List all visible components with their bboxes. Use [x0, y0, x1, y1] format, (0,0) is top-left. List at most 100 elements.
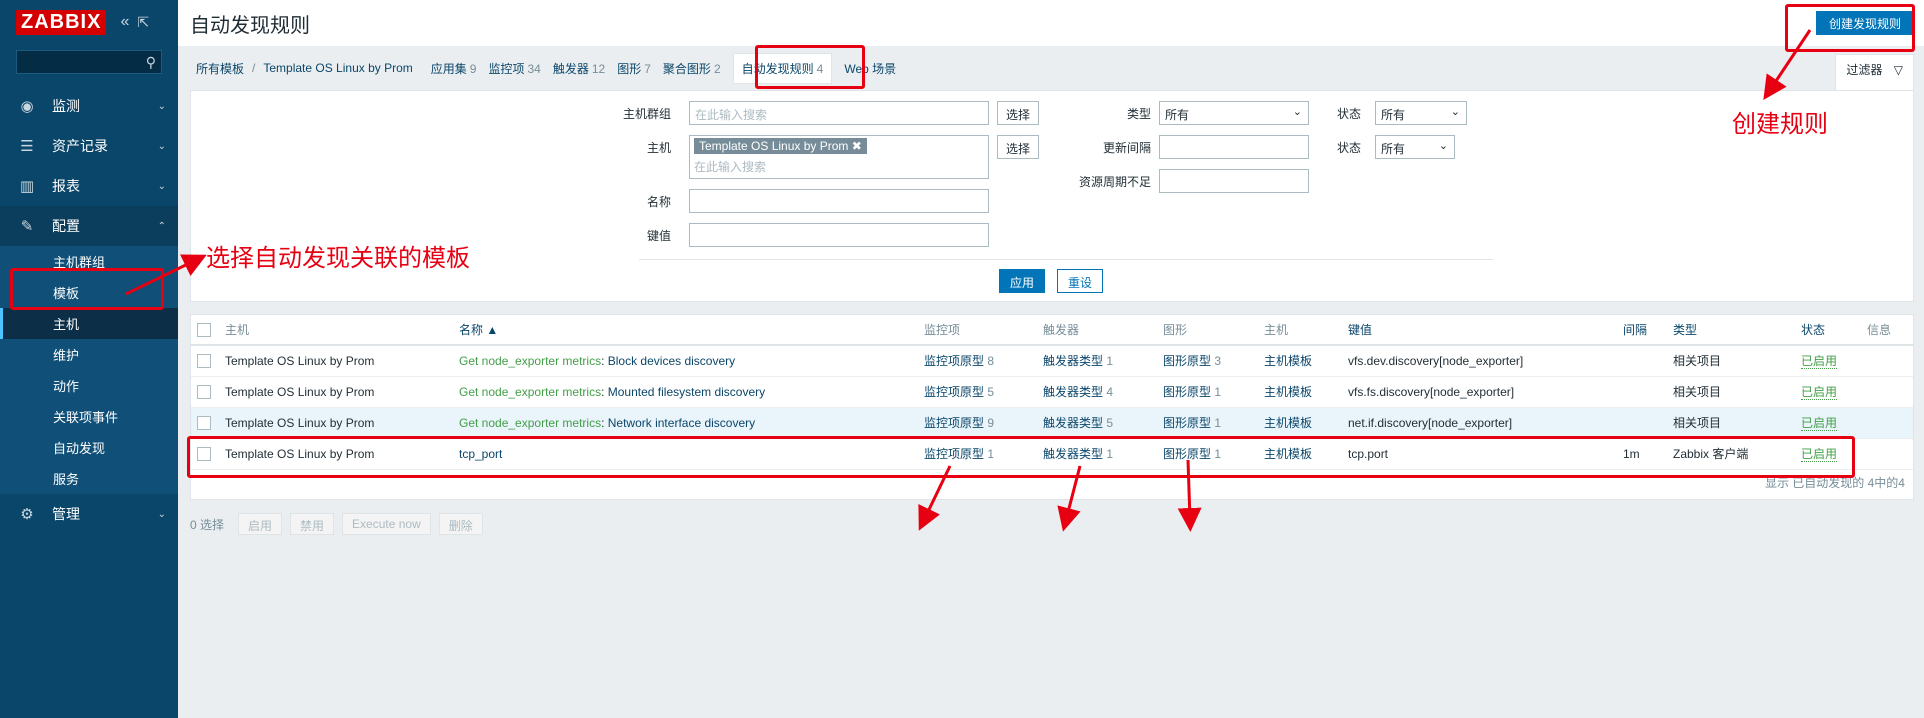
sidebar: ZABBIX « ⇱ ⚲ ◉ 监测 ⌄ ☰ 资产记录 ⌄ ▥ 报表 ⌄ ✎ 配置…: [0, 0, 178, 718]
col-type-sort[interactable]: 类型: [1673, 323, 1697, 337]
status-select[interactable]: 所有 ⌄: [1375, 101, 1467, 125]
row-checkbox[interactable]: [197, 415, 211, 430]
row-status[interactable]: 已启用: [1801, 416, 1838, 431]
apply-filter-button[interactable]: 应用: [999, 269, 1046, 293]
annotation-box-templates: [10, 268, 164, 310]
row-type: 相关项目: [1673, 407, 1801, 439]
menu-item-administration[interactable]: ⚙ 管理 ⌄: [0, 494, 178, 534]
reset-filter-button[interactable]: 重设: [1057, 269, 1104, 293]
submenu-maintenance[interactable]: 维护: [0, 339, 178, 370]
row-graph-count: 1: [1214, 385, 1222, 399]
row-status[interactable]: 已启用: [1801, 354, 1838, 370]
state-select-value: 所有: [1381, 142, 1406, 156]
tab-label: 监控项: [488, 61, 525, 76]
breadcrumb-template[interactable]: Template OS Linux by Prom: [263, 61, 412, 75]
key-input[interactable]: [689, 223, 989, 247]
breadcrumb-all-templates[interactable]: 所有模板: [196, 60, 244, 77]
enable-button[interactable]: 启用: [238, 513, 283, 535]
table-row: Template OS Linux by Prom Get node_expor…: [191, 345, 1913, 377]
row-name-prefix[interactable]: Get node_exporter metrics: [459, 354, 601, 368]
row-item-prototypes[interactable]: 监控项原型: [924, 354, 984, 368]
row-item-prototypes[interactable]: 监控项原型: [924, 416, 984, 430]
submenu-services[interactable]: 服务: [0, 463, 178, 494]
row-type: 相关项目: [1673, 345, 1801, 377]
menu-item-monitoring[interactable]: ◉ 监测 ⌄: [0, 86, 178, 126]
sidebar-search-input[interactable]: ⚲: [16, 50, 162, 74]
funnel-icon: ▽: [1893, 63, 1903, 77]
type-select-value: 所有: [1165, 108, 1190, 122]
tab-label: 图形: [617, 61, 642, 76]
tab-graphs[interactable]: 图形 7: [617, 60, 651, 77]
tab-screens[interactable]: 聚合图形 2: [663, 60, 721, 77]
col-key-sort[interactable]: 键值: [1348, 323, 1372, 337]
host-group-select-button[interactable]: 选择: [997, 101, 1040, 125]
row-host-prototypes[interactable]: 主机模板: [1264, 385, 1312, 399]
row-type: 相关项目: [1673, 376, 1801, 408]
row-trigger-prototypes[interactable]: 触发器类型: [1043, 385, 1103, 399]
submenu-discovery[interactable]: 自动发现: [0, 432, 178, 463]
menu-item-reports[interactable]: ▥ 报表 ⌄: [0, 166, 178, 206]
state-select[interactable]: 所有 ⌄: [1375, 135, 1455, 159]
row-graph-prototypes[interactable]: 图形原型: [1163, 385, 1211, 399]
name-label: 名称: [646, 195, 671, 209]
filter-divider: [639, 259, 1493, 260]
filter-toggle[interactable]: 过滤器 ▽: [1835, 54, 1914, 90]
row-trigger-prototypes[interactable]: 触发器类型: [1043, 416, 1103, 430]
chevron-down-icon: ⌄: [1438, 140, 1448, 152]
menu-item-inventory[interactable]: ☰ 资产记录 ⌄: [0, 126, 178, 166]
keep-lost-input[interactable]: [1159, 169, 1309, 193]
submenu-actions[interactable]: 动作: [0, 370, 178, 401]
row-trigger-prototypes[interactable]: 触发器类型: [1043, 354, 1103, 368]
row-graph-prototypes[interactable]: 图形原型: [1163, 416, 1211, 430]
row-host: Template OS Linux by Prom: [225, 376, 459, 408]
execute-now-button[interactable]: Execute now: [342, 513, 431, 535]
tab-count: 12: [591, 61, 606, 76]
row-checkbox[interactable]: [197, 384, 211, 399]
row-interval: [1623, 376, 1673, 408]
collapse-sidebar-icon[interactable]: «: [120, 13, 129, 31]
type-select[interactable]: 所有 ⌄: [1159, 101, 1309, 125]
row-name[interactable]: Mounted filesystem discovery: [608, 385, 765, 399]
update-interval-input[interactable]: [1159, 135, 1309, 159]
host-multiselect[interactable]: Template OS Linux by Prom ✖ 在此输入搜索: [689, 135, 989, 179]
row-host-prototypes[interactable]: 主机模板: [1264, 354, 1312, 368]
submenu-hosts[interactable]: 主机: [0, 308, 178, 339]
chevron-down-icon: ⌄: [1292, 106, 1302, 118]
zabbix-logo[interactable]: ZABBIX: [16, 9, 107, 35]
name-input[interactable]: [689, 189, 989, 213]
col-name-sort[interactable]: 名称 ▲: [459, 323, 498, 337]
submenu-event-correlation[interactable]: 关联项事件: [0, 401, 178, 432]
row-key: net.if.discovery[node_exporter]: [1348, 407, 1623, 439]
row-name[interactable]: Block devices discovery: [608, 354, 735, 368]
kiosk-mode-icon[interactable]: ⇱: [137, 14, 149, 31]
row-checkbox[interactable]: [197, 354, 211, 369]
gear-icon: ⚙: [20, 506, 34, 523]
row-host-prototypes[interactable]: 主机模板: [1264, 416, 1312, 430]
row-graph-prototypes[interactable]: 图形原型: [1163, 354, 1211, 368]
row-name[interactable]: Network interface discovery: [608, 416, 755, 430]
host-group-input[interactable]: 在此输入搜索: [689, 101, 989, 125]
row-graph-count: 1: [1214, 416, 1222, 430]
row-name-prefix[interactable]: Get node_exporter metrics: [459, 385, 601, 399]
tab-triggers[interactable]: 触发器 12: [553, 60, 605, 77]
row-name-prefix[interactable]: Get node_exporter metrics: [459, 416, 601, 430]
select-all-checkbox[interactable]: [197, 322, 211, 337]
host-search-placeholder[interactable]: 在此输入搜索: [694, 158, 984, 175]
state-label: 状态: [1336, 141, 1361, 155]
chart-icon: ▥: [19, 178, 35, 195]
row-item-prototypes[interactable]: 监控项原型: [924, 385, 984, 399]
disable-button[interactable]: 禁用: [290, 513, 335, 535]
tab-applications[interactable]: 应用集 9: [431, 60, 477, 77]
row-info: [1867, 376, 1913, 408]
menu-item-configuration[interactable]: ✎ 配置 ⌃: [0, 206, 178, 246]
delete-button[interactable]: 删除: [438, 513, 483, 535]
col-status-sort[interactable]: 状态: [1801, 323, 1825, 337]
host-select-button[interactable]: 选择: [997, 135, 1040, 159]
row-status[interactable]: 已启用: [1801, 385, 1838, 400]
search-icon[interactable]: ⚲: [146, 54, 156, 71]
tab-items[interactable]: 监控项 34: [488, 60, 540, 77]
menu-item-label: 资产记录: [52, 138, 108, 154]
remove-chip-icon[interactable]: ✖: [852, 139, 862, 153]
col-interval-sort[interactable]: 间隔: [1623, 323, 1647, 337]
menu-item-label: 监测: [52, 98, 80, 114]
